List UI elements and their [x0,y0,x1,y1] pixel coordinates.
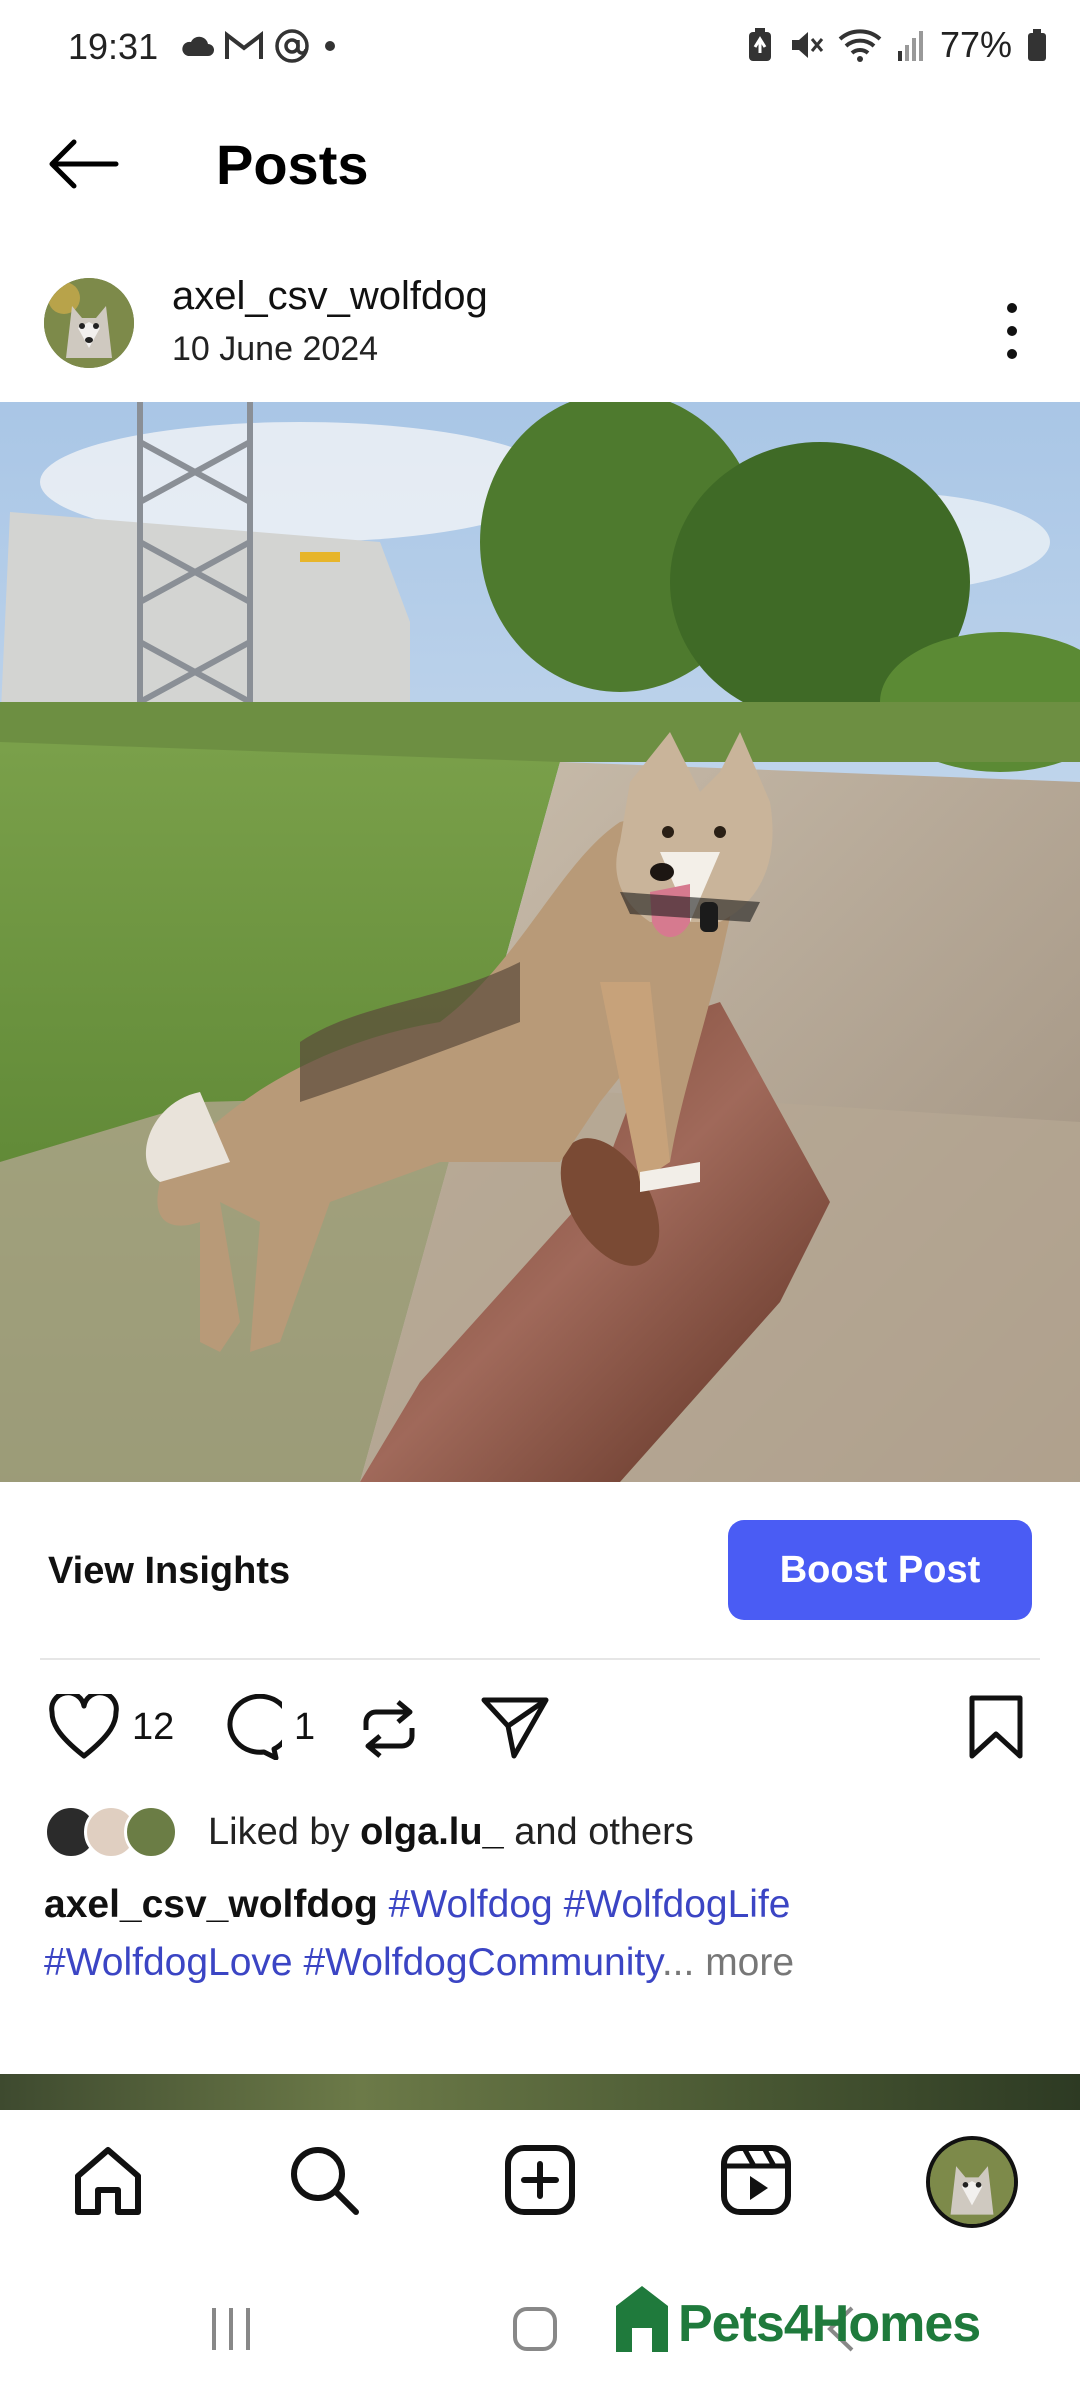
like-action[interactable]: 12 [48,1694,174,1760]
back-arrow-icon[interactable] [44,136,120,192]
like-count: 12 [132,1705,175,1748]
divider [40,1658,1040,1660]
hashtag[interactable]: #Wolfdog [389,1883,553,1926]
search-icon[interactable] [284,2140,364,2220]
pets4homes-watermark: Pets4Homes [612,2282,981,2354]
mute-icon [791,32,824,58]
heart-icon[interactable] [48,1694,120,1760]
next-post-preview[interactable] [0,2074,1080,2110]
hashtag[interactable]: #WolfdogLove [44,1941,293,1984]
boost-post-button[interactable]: Boost Post [728,1520,1032,1620]
liked-by-text: Liked by olga.lu_ and others [208,1810,694,1853]
status-time: 19:31 [68,26,159,67]
more-link[interactable]: more [694,1941,794,1984]
gmail-icon [225,31,263,59]
app-header: Posts [0,96,1080,226]
home-button-icon[interactable] [510,2304,560,2354]
status-bar: 19:31 77% [0,0,1080,96]
view-insights-link[interactable]: View Insights [48,1550,290,1593]
liked-by-row[interactable]: Liked by olga.lu_ and others [44,1802,694,1862]
comment-action[interactable]: 1 [212,1694,315,1760]
liked-by-user[interactable]: olga.lu_ [360,1811,504,1853]
pets4homes-logo-icon [616,2286,668,2352]
comment-icon[interactable] [212,1694,282,1760]
cloud-icon [182,36,214,56]
post-username[interactable]: axel_csv_wolfdog [172,274,488,319]
create-post-icon[interactable] [500,2140,580,2220]
reels-icon[interactable] [716,2140,796,2220]
post-actions: 12 1 [0,1680,1080,1780]
battery-icon [1028,29,1046,61]
caption-ellipsis: ... [661,1941,695,1984]
post-header: axel_csv_wolfdog 10 June 2024 [0,262,1080,392]
home-icon[interactable] [68,2140,148,2220]
caption-username[interactable]: axel_csv_wolfdog [44,1883,378,1926]
avatar[interactable] [44,278,134,368]
post-caption: axel_csv_wolfdog #Wolfdog #WolfdogLife #… [44,1876,1044,1992]
hashtag[interactable]: #WolfdogLife [564,1883,791,1926]
post-date: 10 June 2024 [172,330,379,368]
avatar-image [44,278,134,368]
signal-icon [897,31,923,61]
watermark-text: Pets4Homes [678,2295,981,2353]
at-icon [275,29,309,63]
profile-avatar-image [930,2140,1014,2224]
bottom-navigation [0,2110,1080,2260]
battery-percent: 77% [939,24,1012,65]
liker-avatar [124,1805,178,1859]
battery-saver-icon [748,28,771,61]
bookmark-icon[interactable] [966,1694,1026,1760]
post-photo[interactable] [0,402,1080,1482]
wolfdog-photo [0,402,1080,1482]
page-title: Posts [216,133,369,196]
share-icon[interactable] [480,1694,550,1760]
dot-icon [325,41,335,51]
recent-apps-icon[interactable] [206,2304,256,2354]
comment-count: 1 [294,1705,316,1748]
profile-avatar[interactable] [926,2136,1018,2228]
insights-row: View Insights Boost Post [0,1482,1080,1658]
hashtag[interactable]: #WolfdogCommunity [303,1941,661,1984]
wifi-icon [838,29,882,62]
repost-icon[interactable] [356,1694,422,1764]
more-options-icon[interactable] [990,296,1034,366]
